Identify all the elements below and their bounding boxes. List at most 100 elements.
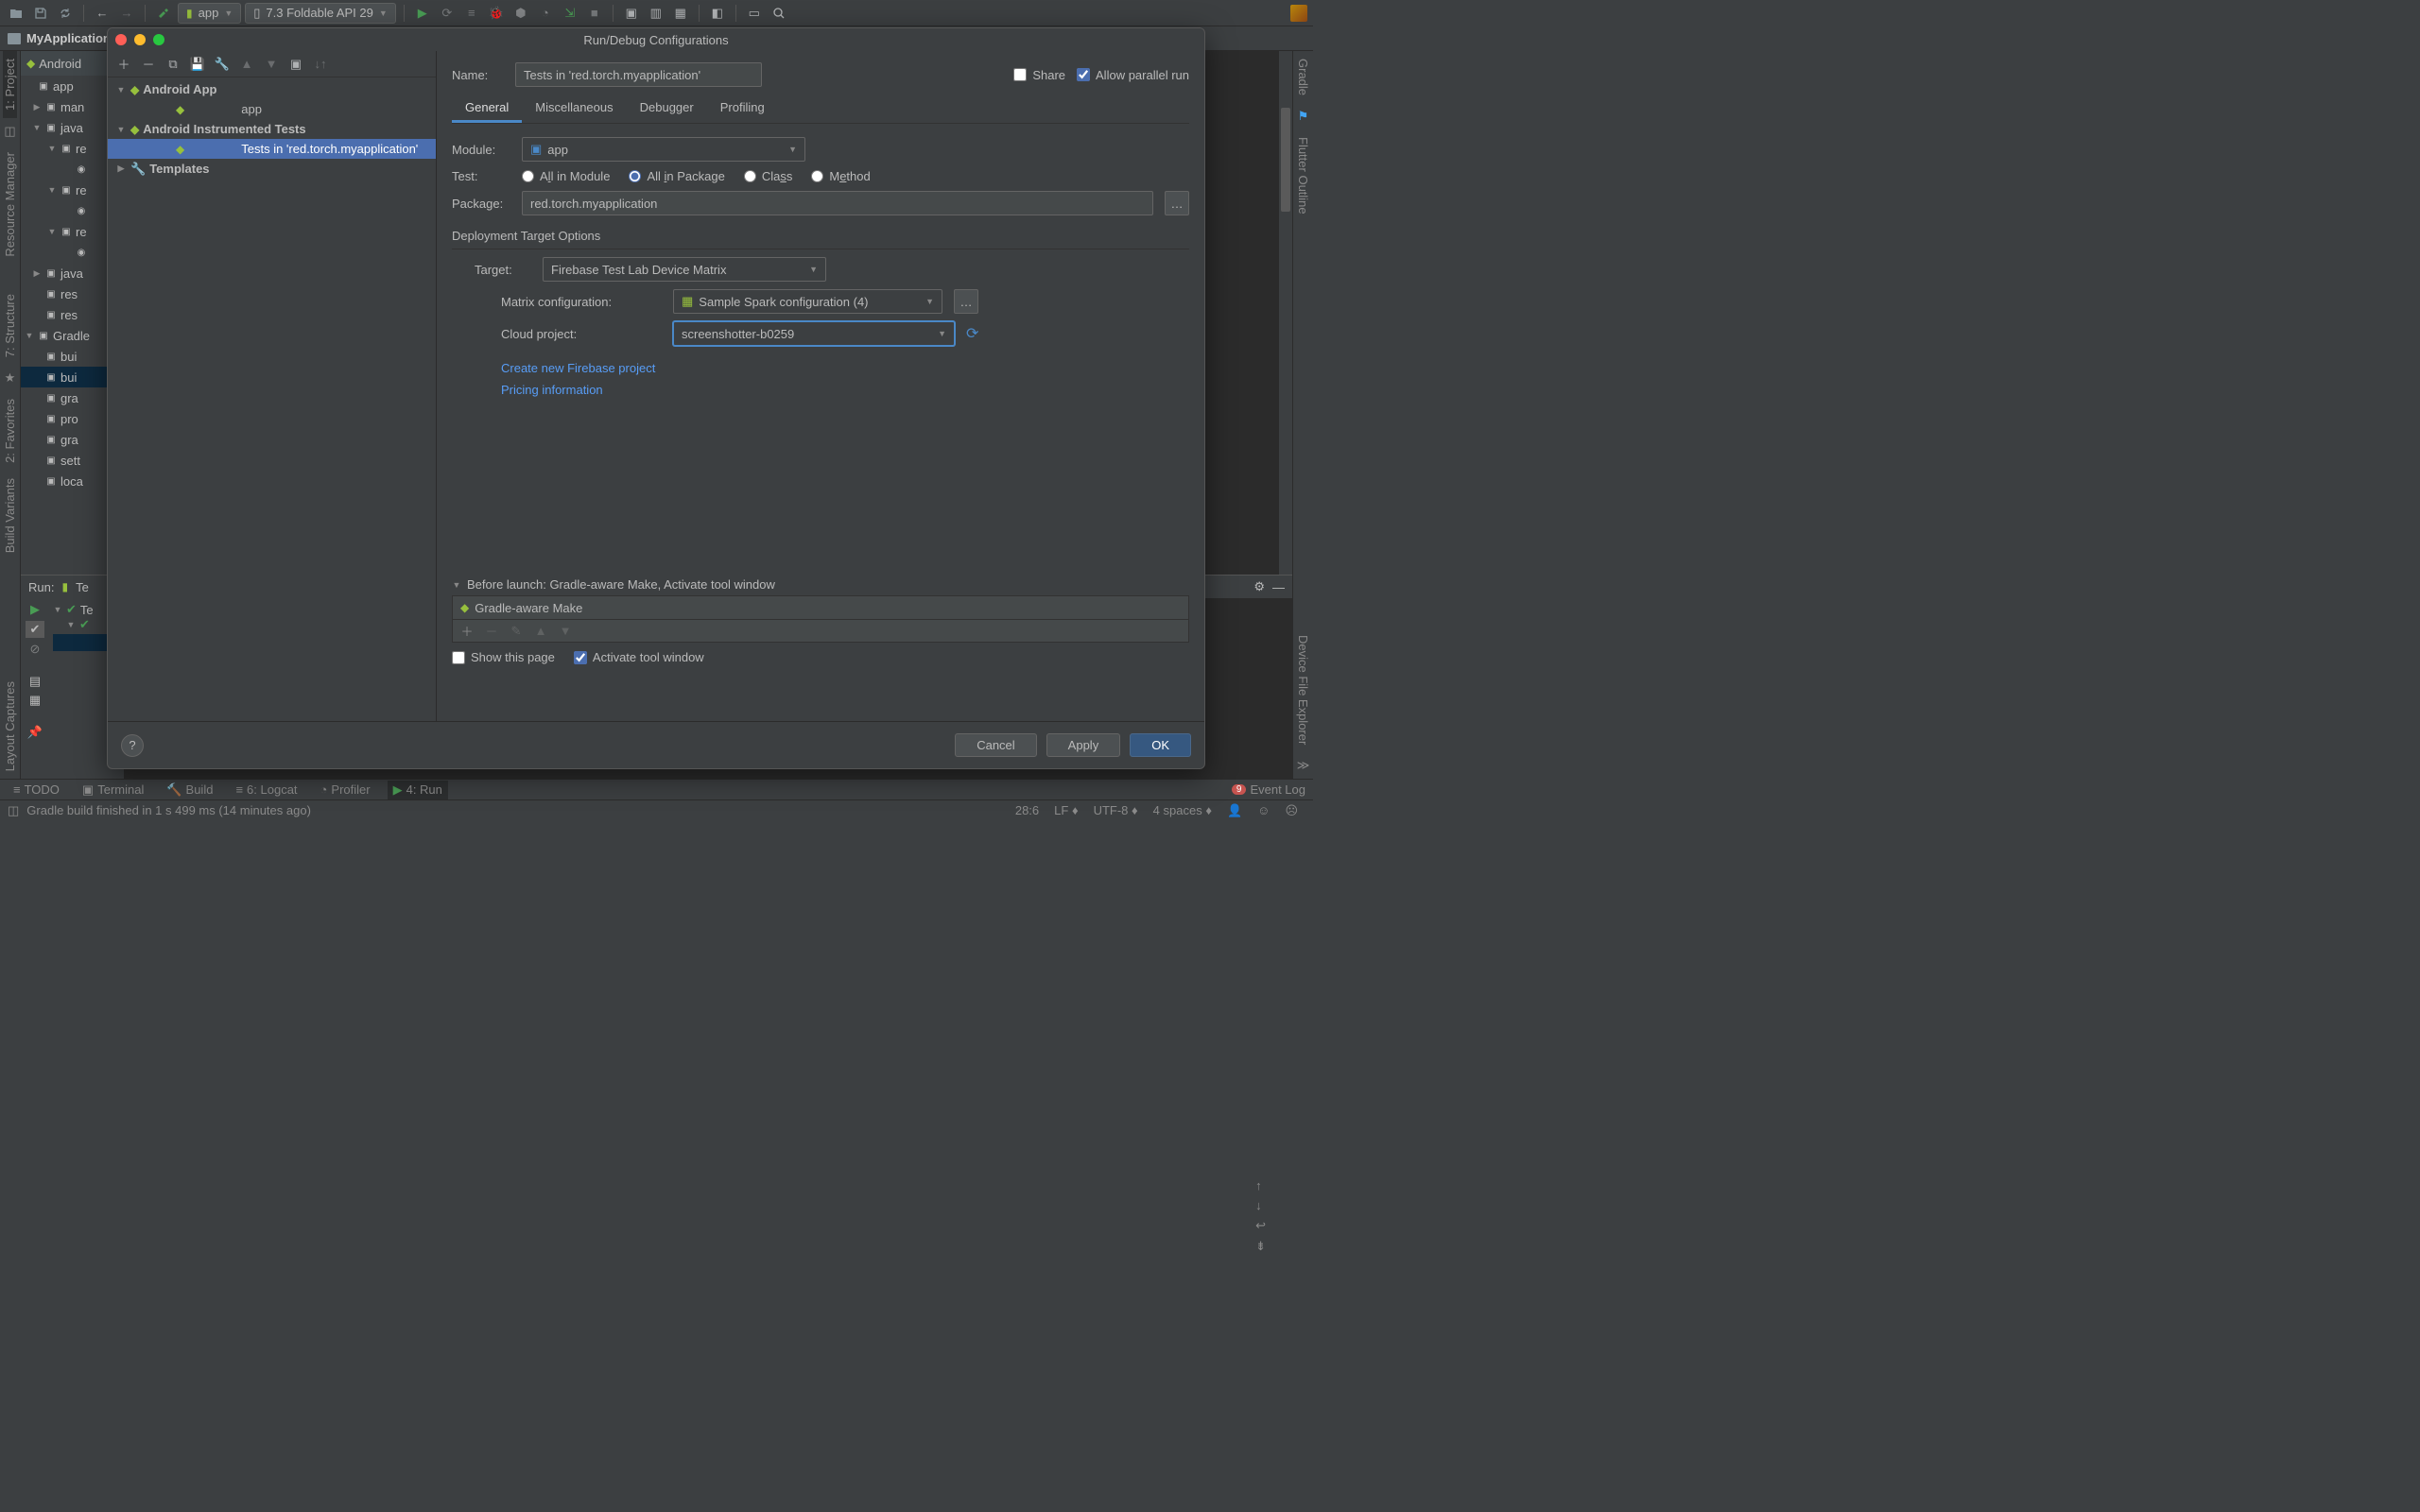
scrollbar-track[interactable] (1279, 51, 1292, 575)
tool-window-icon[interactable]: ◫ (8, 803, 19, 818)
save-icon[interactable]: 💾 (187, 54, 208, 75)
config-tree-row[interactable]: ◆Tests in 'red.torch.myapplication' (108, 139, 436, 159)
layout-captures-tool-button[interactable]: Layout Captures (3, 674, 17, 779)
tree-row[interactable]: ▼▣Gradle (21, 325, 110, 346)
tab-profiling[interactable]: Profiling (707, 94, 778, 123)
matrix-select[interactable]: ▦Sample Spark configuration (4) ▼ (673, 289, 942, 314)
edit-matrix-button[interactable]: … (954, 289, 978, 314)
tree-row[interactable]: ▣loca (21, 471, 110, 491)
wrap-icon[interactable]: ↩ (1255, 1218, 1266, 1233)
tree-row[interactable]: ▣bui (21, 367, 110, 387)
add-icon[interactable]: ＋ (457, 621, 477, 642)
tab-general[interactable]: General (452, 94, 522, 123)
add-icon[interactable]: ＋ (113, 54, 134, 75)
pin-icon[interactable]: 📌 (27, 725, 43, 740)
dialog-titlebar[interactable]: Run/Debug Configurations (108, 28, 1204, 51)
forward-icon[interactable]: → (116, 3, 137, 24)
parallel-run-checkbox[interactable]: Allow parallel run (1077, 68, 1189, 82)
inspections-icon[interactable]: 👤 (1219, 803, 1250, 818)
target-select[interactable]: Firebase Test Lab Device Matrix ▼ (543, 257, 826, 282)
browse-package-button[interactable]: … (1165, 191, 1189, 215)
tree-row[interactable]: ▣bui (21, 346, 110, 367)
avatar[interactable] (1290, 5, 1307, 22)
before-launch-list[interactable]: ◆Gradle-aware Make ＋ － ✎ ▲ ▼ (452, 595, 1189, 643)
stop-icon[interactable]: ⊘ (30, 642, 41, 657)
indent[interactable]: 4 spaces ♦ (1146, 803, 1219, 817)
activate-tool-window-checkbox[interactable]: Activate tool window (574, 650, 704, 664)
tree-row[interactable]: ▣res (21, 284, 110, 304)
package-input[interactable] (522, 191, 1153, 215)
project-tool-button[interactable]: 1: Project (3, 51, 17, 118)
module-select[interactable]: ▣app ▼ (522, 137, 805, 162)
coverage-icon[interactable]: ⬢ (510, 3, 531, 24)
emulator-tool-icon[interactable]: ≫ (1297, 752, 1310, 779)
debug-icon[interactable]: 🐞 (486, 3, 507, 24)
gradle-tool-button[interactable]: Gradle (1296, 51, 1310, 103)
image-icon[interactable]: ◫ (4, 118, 15, 145)
pricing-info-link[interactable]: Pricing information (501, 383, 603, 397)
window-controls[interactable] (115, 34, 164, 45)
down-icon[interactable]: ▼ (261, 54, 282, 75)
cancel-button[interactable]: Cancel (955, 733, 1036, 757)
device-selector[interactable]: ▯ 7.3 Foldable API 29 ▼ (245, 3, 396, 24)
resource-manager-tool-button[interactable]: Resource Manager (3, 145, 17, 265)
apply-button[interactable]: Apply (1046, 733, 1121, 757)
cloud-project-select[interactable]: screenshotter-b0259 ▼ (673, 321, 955, 346)
emulator-icon[interactable]: ▭ (744, 3, 765, 24)
back-icon[interactable]: ← (92, 3, 112, 24)
tree-row[interactable]: ▣pro (21, 408, 110, 429)
config-tree-row[interactable]: ◆app (108, 99, 436, 119)
line-ending[interactable]: LF ♦ (1046, 803, 1085, 817)
create-firebase-project-link[interactable]: Create new Firebase project (501, 361, 655, 375)
tree-row[interactable]: ▣res (21, 304, 110, 325)
scrollbar-thumb[interactable] (1281, 108, 1290, 212)
star-icon[interactable]: ★ (5, 365, 16, 391)
profile-icon[interactable]: ◔ (535, 3, 556, 24)
open-icon[interactable] (6, 3, 26, 24)
build-tab[interactable]: 🔨Build (161, 781, 218, 799)
tree-row[interactable]: ◉ (21, 159, 110, 180)
copy-icon[interactable]: ⧉ (163, 54, 183, 75)
layout-inspector-icon[interactable]: ◧ (707, 3, 728, 24)
logcat-tab[interactable]: ≡6: Logcat (230, 781, 302, 799)
up-icon[interactable]: ▲ (236, 54, 257, 75)
todo-tab[interactable]: ≡TODO (8, 781, 65, 799)
rerun-icon[interactable]: ▶ (30, 602, 40, 617)
debug-restart-icon[interactable]: ≡ (461, 3, 482, 24)
radio-method[interactable]: Method (811, 169, 870, 183)
breadcrumb-project[interactable]: MyApplication (26, 31, 111, 45)
minimize-icon[interactable] (134, 34, 146, 45)
hammer-icon[interactable] (153, 3, 174, 24)
edit-icon[interactable]: ✎ (506, 621, 527, 642)
close-icon[interactable] (115, 34, 127, 45)
remove-icon[interactable]: － (138, 54, 159, 75)
tree-row[interactable]: ▣sett (21, 450, 110, 471)
tree-row[interactable]: ◉ (21, 242, 110, 263)
tree-row[interactable]: ▣app (21, 76, 110, 96)
layout-icon[interactable]: ▤ (29, 674, 41, 689)
config-tree-row[interactable]: ▼◆Android App (108, 79, 436, 99)
run-config-selector[interactable]: ▮ app ▼ (178, 3, 241, 24)
run-icon[interactable]: ▶ (412, 3, 433, 24)
sort-icon[interactable]: ↓↑ (310, 54, 331, 75)
zoom-icon[interactable] (153, 34, 164, 45)
remove-icon[interactable]: － (481, 621, 502, 642)
folder-icon[interactable]: ▣ (285, 54, 306, 75)
down-icon[interactable]: ↓ (1255, 1198, 1266, 1212)
tab-debugger[interactable]: Debugger (627, 94, 707, 123)
collapse-icon[interactable]: ▼ (452, 580, 461, 590)
apply-changes-icon[interactable]: ⟳ (437, 3, 458, 24)
sdk-icon[interactable]: ▥ (646, 3, 666, 24)
avd-icon[interactable]: ▣ (621, 3, 642, 24)
refresh-icon[interactable]: ⟳ (966, 324, 978, 343)
run-tab[interactable]: ▶4: Run (388, 781, 448, 799)
config-tree-row[interactable]: ▼◆Android Instrumented Tests (108, 119, 436, 139)
ok-button[interactable]: OK (1130, 733, 1191, 757)
help-button[interactable]: ? (121, 734, 144, 757)
show-page-checkbox[interactable]: Show this page (452, 650, 555, 664)
tree-row[interactable]: ▼▣java (21, 117, 110, 138)
flutter-outline-tool-button[interactable]: Flutter Outline (1296, 129, 1310, 222)
tree-row[interactable]: ▣gra (21, 429, 110, 450)
toggle-auto-icon[interactable]: ✔ (26, 621, 44, 638)
event-log-button[interactable]: Event Log (1250, 782, 1305, 797)
